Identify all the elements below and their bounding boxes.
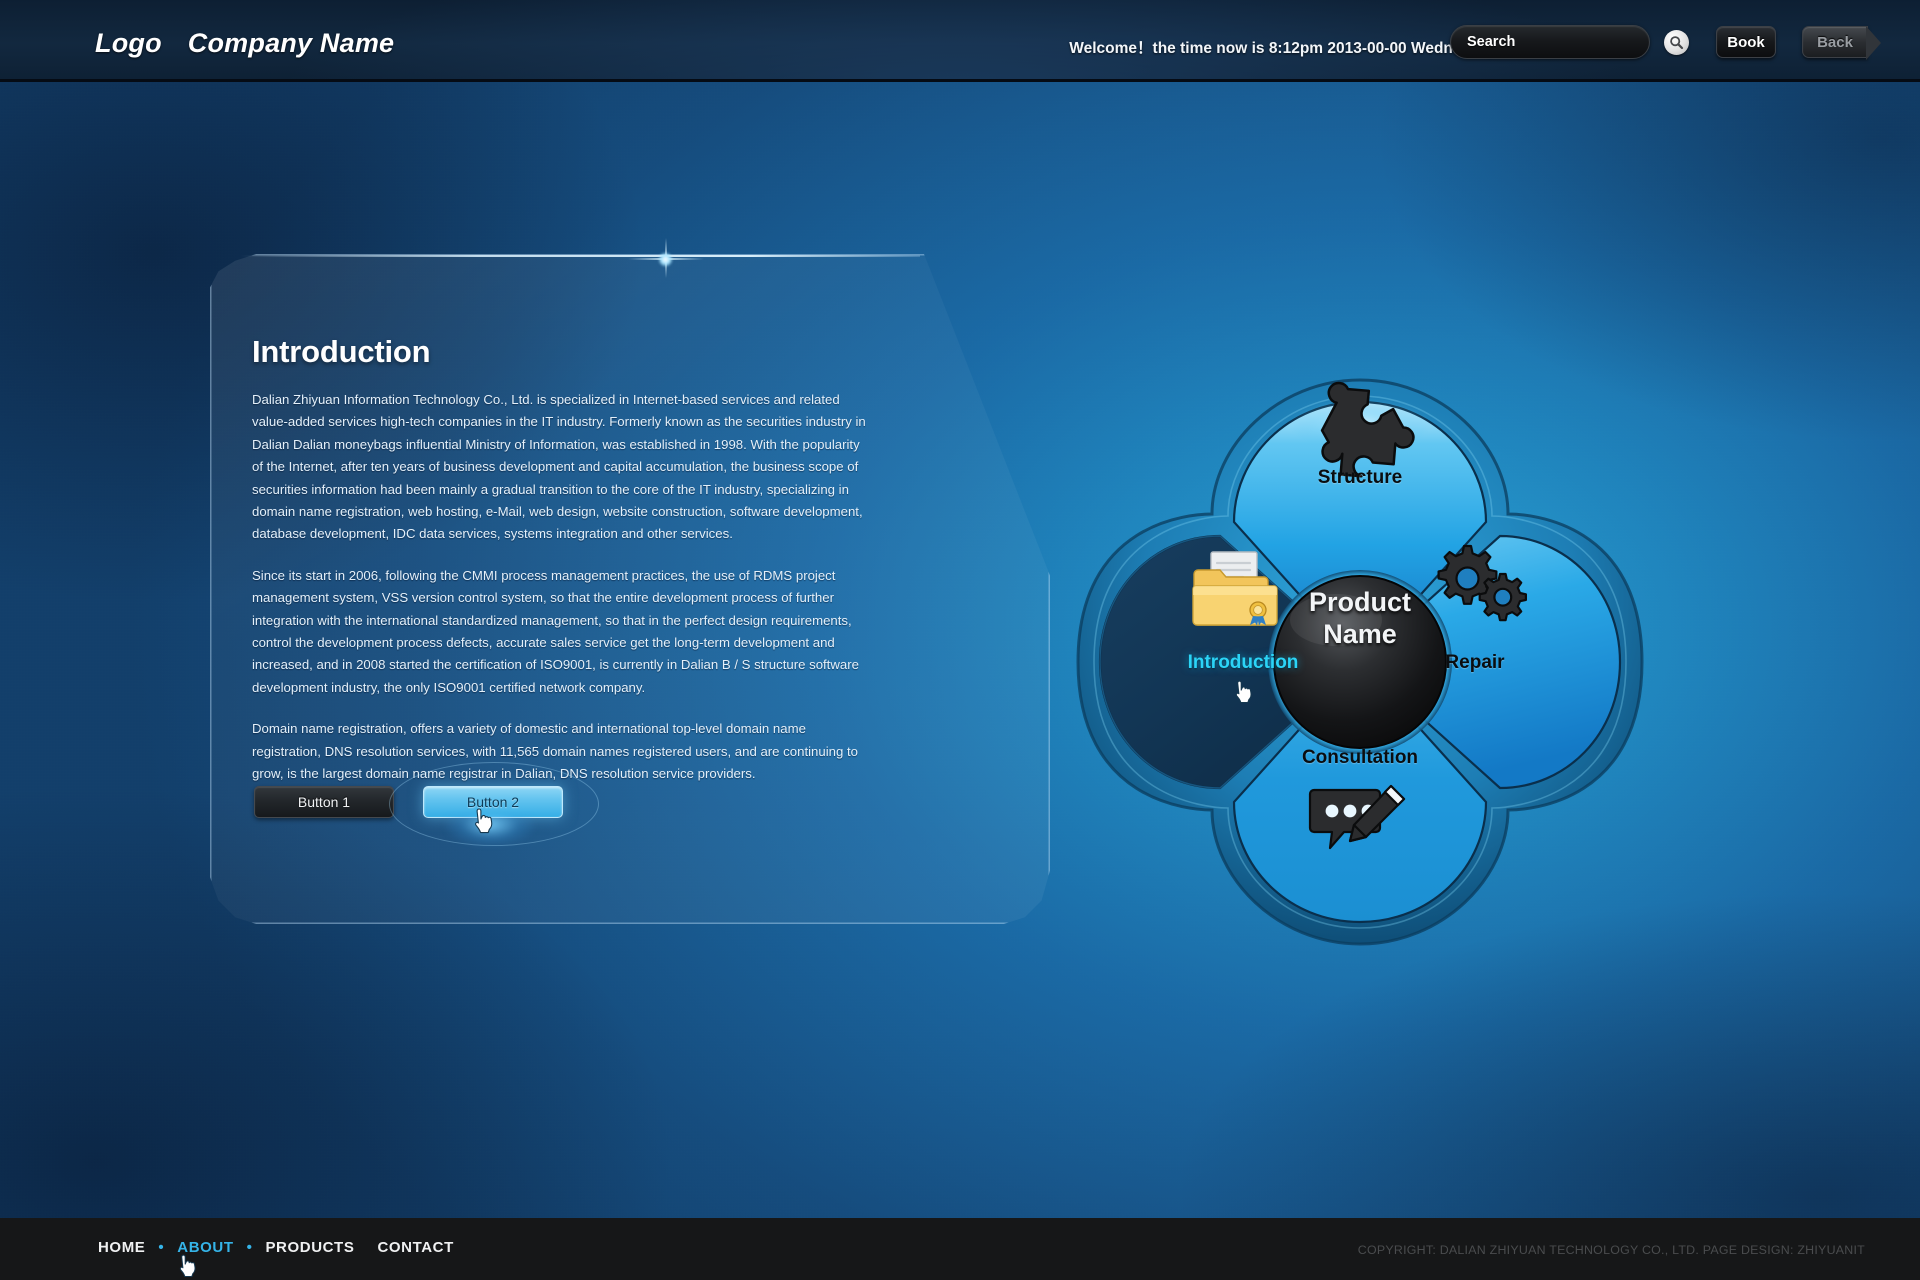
footer-link-products[interactable]: PRODUCTS (265, 1239, 354, 1256)
intro-paragraph-2: Since its start in 2006, following the C… (252, 567, 859, 695)
panel-content: Introduction Dalian Zhiyuan Information … (252, 334, 872, 805)
brand: Logo Company Name (95, 28, 394, 59)
cursor-pointer-about (179, 1254, 196, 1278)
footer-link-home[interactable]: HOME (98, 1239, 145, 1256)
search-input[interactable] (1467, 34, 1664, 50)
back-button[interactable]: Back (1802, 26, 1881, 60)
main-stage: Introduction Dalian Zhiyuan Information … (0, 82, 1920, 1218)
footer-link-contact[interactable]: CONTACT (377, 1239, 453, 1256)
product-diagram: Structure Repair Consultation Introducti… (1060, 362, 1660, 962)
intro-paragraph-3: Domain name registration, offers a varie… (252, 721, 858, 782)
footer-nav: HOME • ABOUT • PRODUCTS CONTACT (98, 1239, 454, 1256)
introduction-panel: Introduction Dalian Zhiyuan Information … (210, 238, 1050, 924)
panel-button-group: Button 1 Button 2 (254, 762, 599, 846)
logo-text: Logo (95, 28, 162, 58)
welcome-message: Welcome！the time now is 8:12pm 2013-00-0… (1069, 40, 1500, 57)
button-2[interactable]: Button 2 (423, 786, 563, 818)
page-title: Introduction (252, 334, 431, 369)
book-button[interactable]: Book (1716, 26, 1776, 58)
page-root: Logo Company Name Welcome！the time now i… (0, 0, 1920, 1280)
company-name-text: Company Name (187, 28, 395, 58)
intro-paragraph-1: Dalian Zhiyuan Information Technology Co… (252, 392, 866, 542)
diagram-center (1268, 570, 1452, 754)
footer-separator-1: • (158, 1239, 165, 1256)
footer-link-about[interactable]: ABOUT (177, 1239, 233, 1256)
panel-top-highlight (240, 255, 920, 257)
site-header: Logo Company Name Welcome！the time now i… (0, 0, 1920, 82)
copyright-text: COPYRIGHT: DALIAN ZHIYUAN TECHNOLOGY CO.… (1357, 1243, 1865, 1257)
site-footer: HOME • ABOUT • PRODUCTS CONTACT COPYRIGH… (0, 1218, 1920, 1280)
search-icon[interactable] (1664, 29, 1689, 55)
footer-separator-2: • (246, 1239, 253, 1256)
search-box[interactable] (1450, 25, 1689, 59)
button-1[interactable]: Button 1 (254, 786, 394, 818)
